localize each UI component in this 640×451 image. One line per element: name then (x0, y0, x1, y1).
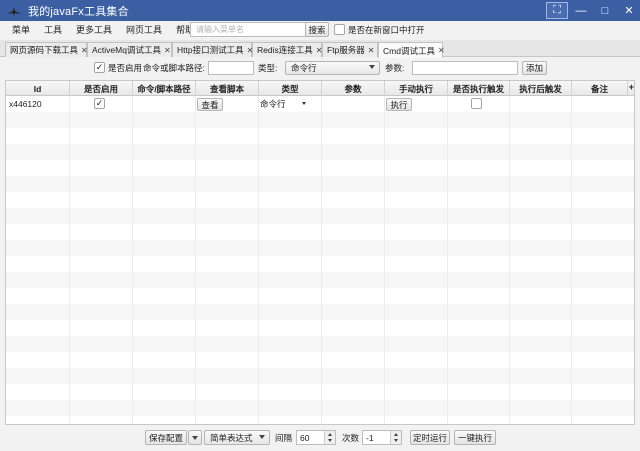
run-all-button[interactable]: 一键执行 (454, 430, 496, 445)
column-header-enabled[interactable]: 是否启用 (70, 81, 133, 96)
view-script-button[interactable]: 查看 (197, 98, 223, 111)
column-header-id[interactable]: Id (6, 81, 70, 96)
fullscreen-button[interactable]: ⛶ (546, 2, 568, 19)
tab-activemq-debug[interactable]: ActiveMq调试工具 ✕ (87, 42, 172, 57)
tab-close-icon[interactable]: ✕ (438, 46, 445, 55)
cell-path[interactable] (136, 96, 194, 112)
menu-web-tools[interactable]: 网页工具 (119, 21, 169, 40)
tab-label: 网页源码下载工具 (10, 45, 79, 55)
spinner-down-icon[interactable] (394, 439, 398, 442)
menu-tools[interactable]: 工具 (37, 21, 69, 40)
minimize-icon: — (575, 4, 587, 17)
column-header-params[interactable]: 参数 (322, 81, 385, 96)
menu-search-input[interactable] (190, 22, 308, 37)
menu-main[interactable]: 菜单 (0, 21, 37, 40)
tab-label: ActiveMq调试工具 (92, 45, 161, 55)
count-label: 次数 (342, 433, 360, 443)
fullscreen-icon: ⛶ (553, 4, 561, 16)
tab-label: Ftp服务器 (327, 45, 365, 55)
cell-params[interactable] (324, 96, 382, 112)
cell-note[interactable] (574, 96, 630, 112)
tab-http-test[interactable]: Http接口测试工具 ✕ (172, 42, 253, 57)
close-icon: ✕ (624, 5, 634, 17)
params-label: 参数: (385, 63, 405, 73)
column-header-note[interactable]: 备注 (572, 81, 628, 96)
new-window-label: 是否在新窗口中打开 (348, 25, 425, 35)
cell-type[interactable]: 命令行 (260, 96, 300, 112)
table-header: Id 是否启用 命令/脚本路径 查看脚本 类型 参数 手动执行 是否执行触发 执… (6, 81, 634, 96)
run-button[interactable]: 执行 (386, 98, 412, 111)
minimize-button[interactable]: — (570, 2, 592, 19)
tab-bar: 网页源码下载工具 ✕ ActiveMq调试工具 ✕ Http接口测试工具 ✕ Redi… (0, 40, 640, 58)
title-bar: 我的javaFx工具集合 ⛶ — □ ✕ (0, 0, 640, 21)
row-enabled-checkbox[interactable]: ✓ (94, 98, 105, 109)
chevron-down-icon (192, 435, 198, 440)
new-window-checkbox[interactable] (334, 24, 345, 35)
type-select[interactable]: 命令行 (285, 61, 380, 75)
maximize-button[interactable]: □ (594, 2, 616, 19)
close-window-button[interactable]: ✕ (618, 2, 640, 19)
path-label: 命令或脚本路径: (143, 63, 205, 73)
count-value[interactable]: -1 (366, 433, 374, 443)
chevron-down-icon[interactable] (302, 102, 306, 105)
tab-cmd-debug[interactable]: Cmd调试工具 ✕ (378, 42, 445, 58)
save-config-button[interactable]: 保存配置 (145, 430, 187, 445)
column-header-type[interactable]: 类型 (259, 81, 322, 96)
tab-label: Http接口测试工具 (177, 45, 244, 55)
column-header-view-script[interactable]: 查看脚本 (196, 81, 259, 96)
expression-type-select[interactable]: 简单表达式 (204, 430, 270, 445)
search-button[interactable]: 搜索 (305, 22, 329, 37)
tab-close-icon[interactable]: ✕ (368, 46, 375, 55)
column-menu-plus-icon[interactable]: + (629, 82, 634, 92)
interval-spinner[interactable]: 60 (296, 430, 336, 445)
tab-redis-connect[interactable]: Redis连接工具 ✕ (252, 42, 322, 57)
app-logo-icon (7, 6, 21, 16)
spinner-up-icon[interactable] (394, 433, 398, 436)
tab-label: Cmd调试工具 (383, 45, 435, 56)
column-header-trigger[interactable]: 是否执行触发 (448, 81, 510, 96)
spinner-arrows[interactable] (390, 431, 401, 444)
spinner-arrows[interactable] (324, 431, 335, 444)
count-spinner[interactable]: -1 (362, 430, 402, 445)
cell-id: x446120 (9, 99, 42, 109)
interval-label: 间隔 (275, 433, 293, 443)
column-header-path[interactable]: 命令/脚本路径 (133, 81, 196, 96)
maximize-icon: □ (601, 4, 609, 17)
path-input[interactable] (208, 61, 254, 75)
save-config-dropdown[interactable] (188, 430, 202, 445)
column-header-after-trigger[interactable]: 执行后触发 (510, 81, 572, 96)
cmd-toolbar: ✓ 是否启用 命令或脚本路径: 类型: 命令行 参数: 添加 (0, 58, 640, 78)
expression-type-value: 简单表达式 (210, 432, 253, 443)
timed-run-button[interactable]: 定时运行 (410, 430, 450, 445)
add-button[interactable]: 添加 (522, 61, 547, 75)
column-header-manual-run[interactable]: 手动执行 (385, 81, 448, 96)
interval-value[interactable]: 60 (300, 433, 309, 443)
tab-ftp-server[interactable]: Ftp服务器 ✕ (322, 42, 378, 57)
enabled-checkbox[interactable]: ✓ (94, 62, 105, 73)
cmd-table: Id 是否启用 命令/脚本路径 查看脚本 类型 参数 手动执行 是否执行触发 执… (5, 80, 635, 425)
enabled-label: 是否启用 (108, 63, 143, 73)
type-select-value: 命令行 (291, 63, 317, 73)
chevron-down-icon (369, 65, 375, 69)
chevron-down-icon (259, 435, 265, 439)
tab-label: Redis连接工具 (257, 45, 313, 55)
row-trigger-checkbox[interactable] (471, 98, 482, 109)
params-input[interactable] (412, 61, 518, 75)
type-label: 类型: (258, 63, 278, 73)
tab-web-source-download[interactable]: 网页源码下载工具 ✕ (5, 42, 88, 57)
bottom-bar: 保存配置 简单表达式 间隔 60 次数 -1 定时运行 一键执行 (0, 427, 640, 451)
tab-close-icon[interactable]: ✕ (164, 46, 171, 55)
window-title: 我的javaFx工具集合 (28, 5, 129, 18)
cell-after-trigger[interactable] (512, 96, 570, 112)
menu-more-tools[interactable]: 更多工具 (69, 21, 119, 40)
spinner-up-icon[interactable] (328, 433, 332, 436)
spinner-down-icon[interactable] (328, 439, 332, 442)
